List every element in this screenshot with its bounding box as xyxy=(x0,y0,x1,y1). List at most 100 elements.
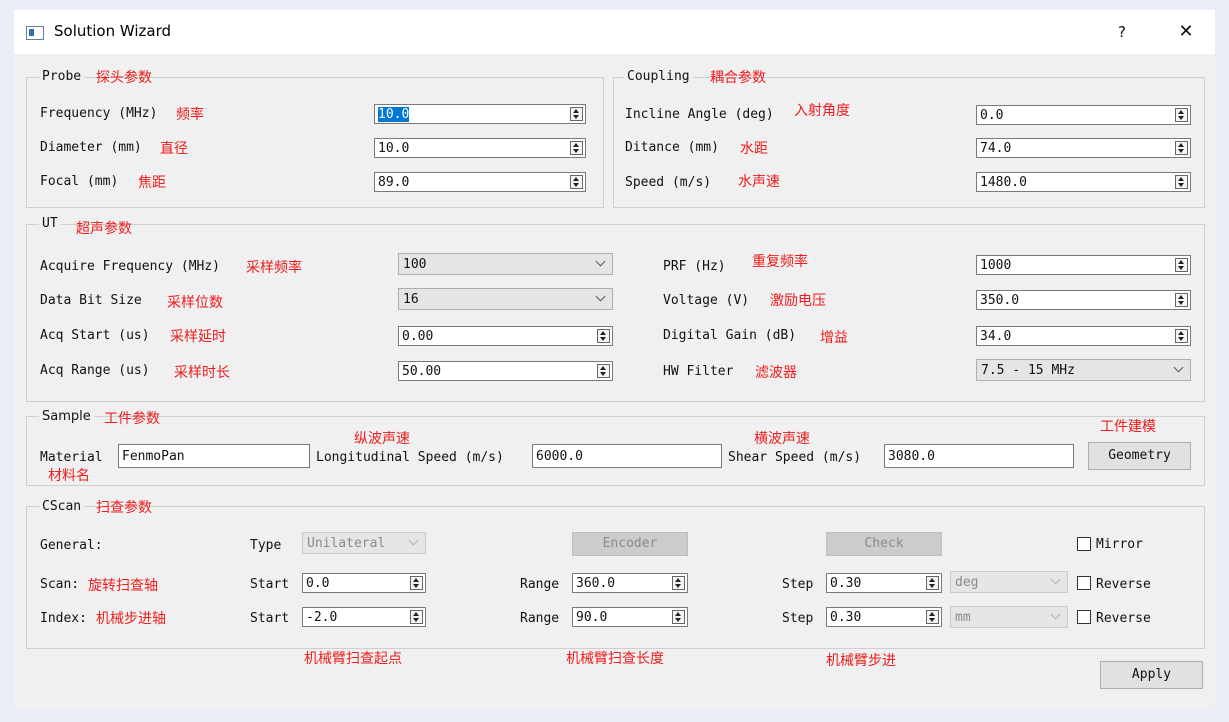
digital-gain-spinner-icon[interactable] xyxy=(1175,329,1188,343)
diameter-spinner-icon[interactable] xyxy=(570,141,583,155)
mirror-checkbox[interactable] xyxy=(1077,537,1091,551)
scan-step-spinner-icon[interactable] xyxy=(926,576,939,590)
index-step-value: 0.30 xyxy=(830,610,862,625)
material-note: 材料名 xyxy=(48,468,90,484)
index-unit-select[interactable]: mm xyxy=(950,606,1068,628)
index-range-input[interactable]: 90.0 xyxy=(572,607,688,627)
index-note: 机械步进轴 xyxy=(96,611,166,627)
index-label: Index: xyxy=(40,611,87,626)
scan-step-input[interactable]: 0.30 xyxy=(826,573,942,593)
help-button[interactable]: ? xyxy=(1110,20,1134,44)
distance-value: 74.0 xyxy=(980,141,1012,156)
speed-input[interactable]: 1480.0 xyxy=(976,172,1191,192)
index-reverse-checkbox[interactable] xyxy=(1077,610,1091,624)
diameter-label: Diameter (mm) xyxy=(40,140,142,155)
app-icon xyxy=(26,26,44,40)
prf-input[interactable]: 1000 xyxy=(976,255,1191,275)
incline-input[interactable]: 0.0 xyxy=(976,105,1191,125)
window-title: Solution Wizard xyxy=(54,22,172,40)
distance-input[interactable]: 74.0 xyxy=(976,138,1191,158)
acq-range-input[interactable]: 50.00 xyxy=(398,361,613,381)
scan-note: 旋转扫查轴 xyxy=(88,578,158,594)
encoder-button[interactable]: Encoder xyxy=(572,532,688,556)
material-value: FenmoPan xyxy=(122,449,185,464)
focal-spinner-icon[interactable] xyxy=(570,175,583,189)
scan-unit-select[interactable]: deg xyxy=(950,571,1068,593)
index-range-spinner-icon[interactable] xyxy=(672,610,685,624)
scan-reverse-checkbox[interactable] xyxy=(1077,576,1091,590)
speed-spinner-icon[interactable] xyxy=(1175,175,1188,189)
title-bar: Solution Wizard ? ✕ xyxy=(14,10,1215,54)
solution-wizard-window: Solution Wizard ? ✕ Probe 探头参数 Frequency… xyxy=(14,10,1215,710)
digital-gain-input[interactable]: 34.0 xyxy=(976,326,1191,346)
close-icon[interactable]: ✕ xyxy=(1174,20,1198,44)
distance-note: 水距 xyxy=(740,141,768,157)
apply-button[interactable]: Apply xyxy=(1100,661,1203,689)
speed-note: 水声速 xyxy=(738,174,780,190)
acq-start-value: 0.00 xyxy=(402,329,434,344)
frequency-value: 10.0 xyxy=(378,107,410,122)
index-step-spinner-icon[interactable] xyxy=(926,610,939,624)
scan-step-value: 0.30 xyxy=(830,576,862,591)
voltage-value: 350.0 xyxy=(980,293,1020,308)
focal-label: Focal (mm) xyxy=(40,174,119,189)
shear-input[interactable]: 3080.0 xyxy=(884,444,1074,468)
chevron-down-icon xyxy=(595,256,606,267)
probe-note: 探头参数 xyxy=(96,70,152,86)
acquire-frequency-select[interactable]: 100 xyxy=(398,253,613,275)
data-bit-size-select[interactable]: 16 xyxy=(398,288,613,310)
acquire-frequency-label: Acquire Frequency (MHz) xyxy=(40,259,221,274)
scan-range-input[interactable]: 360.0 xyxy=(572,573,688,593)
coupling-group-title: Coupling xyxy=(624,69,693,84)
material-label: Material xyxy=(40,450,103,465)
longitudinal-note: 纵波声速 xyxy=(354,431,410,447)
acq-start-input[interactable]: 0.00 xyxy=(398,326,613,346)
focal-note: 焦距 xyxy=(138,175,166,191)
index-start-spinner-icon[interactable] xyxy=(410,610,423,624)
check-button[interactable]: Check xyxy=(826,532,942,556)
scan-start-input[interactable]: 0.0 xyxy=(302,573,426,593)
incline-spinner-icon[interactable] xyxy=(1175,108,1188,122)
geometry-button[interactable]: Geometry xyxy=(1088,442,1191,470)
type-select[interactable]: Unilateral xyxy=(302,532,426,554)
voltage-spinner-icon[interactable] xyxy=(1175,293,1188,307)
speed-value: 1480.0 xyxy=(980,175,1027,190)
index-start-input[interactable]: -2.0 xyxy=(302,607,426,627)
index-range-value: 90.0 xyxy=(576,610,608,625)
prf-label: PRF (Hz) xyxy=(663,259,726,274)
frequency-input[interactable]: 10.0 xyxy=(374,104,586,124)
longitudinal-input[interactable]: 6000.0 xyxy=(532,444,722,468)
distance-spinner-icon[interactable] xyxy=(1175,141,1188,155)
scan-range-label: Range xyxy=(520,577,560,592)
scan-step-label: Step xyxy=(782,577,814,592)
scan-reverse-label: Reverse xyxy=(1096,577,1151,592)
general-label: General: xyxy=(40,538,103,553)
prf-value: 1000 xyxy=(980,258,1012,273)
digital-gain-value: 34.0 xyxy=(980,329,1012,344)
index-step-input[interactable]: 0.30 xyxy=(826,607,942,627)
scan-start-spinner-icon[interactable] xyxy=(410,576,423,590)
acquire-frequency-value: 100 xyxy=(403,257,427,272)
voltage-label: Voltage (V) xyxy=(663,293,750,308)
scan-label: Scan: xyxy=(40,577,80,592)
acquire-frequency-note: 采样频率 xyxy=(246,260,302,276)
focal-input[interactable]: 89.0 xyxy=(374,172,586,192)
acq-start-spinner-icon[interactable] xyxy=(597,329,610,343)
incline-value: 0.0 xyxy=(980,108,1004,123)
mirror-label: Mirror xyxy=(1096,537,1143,552)
material-input[interactable]: FenmoPan xyxy=(118,444,310,468)
hw-filter-select[interactable]: 7.5 - 15 MHz xyxy=(976,359,1191,381)
prf-spinner-icon[interactable] xyxy=(1175,258,1188,272)
digital-gain-label: Digital Gain (dB) xyxy=(663,328,797,343)
range-note: 机械臂扫查长度 xyxy=(566,651,664,667)
diameter-input[interactable]: 10.0 xyxy=(374,138,586,158)
incline-label: Incline Angle (deg) xyxy=(625,107,774,122)
coupling-note: 耦合参数 xyxy=(710,70,766,86)
voltage-input[interactable]: 350.0 xyxy=(976,290,1191,310)
index-start-label: Start xyxy=(250,611,290,626)
frequency-spinner-icon[interactable] xyxy=(570,107,583,121)
chevron-down-icon xyxy=(1050,609,1061,620)
focal-value: 89.0 xyxy=(378,175,410,190)
acq-range-spinner-icon[interactable] xyxy=(597,364,610,378)
scan-range-spinner-icon[interactable] xyxy=(672,576,685,590)
